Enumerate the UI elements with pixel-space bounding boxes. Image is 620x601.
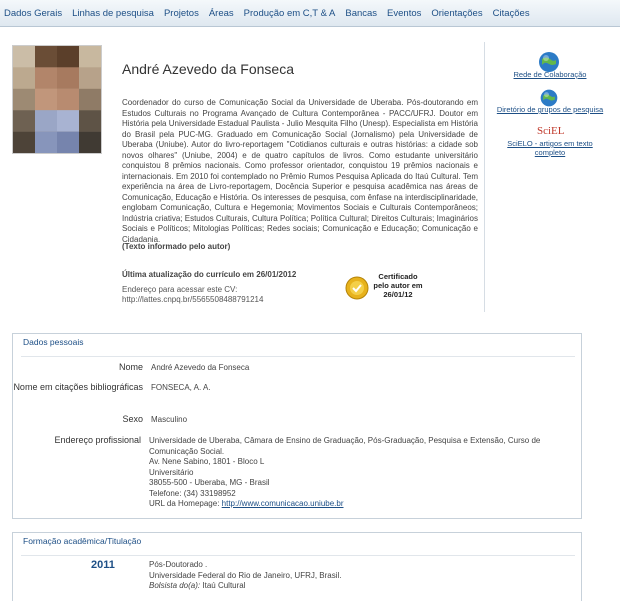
- label-sexo: Sexo: [122, 414, 143, 424]
- scholarship-label: Bolsista do(a):: [149, 581, 201, 590]
- formation-details: Pós-Doutorado . Universidade Federal do …: [149, 560, 549, 592]
- certificate-line-3: 26/01/12: [383, 290, 413, 299]
- section-divider: [21, 356, 575, 357]
- certificate-badge: Certificado pelo autor em 26/01/12: [345, 270, 425, 304]
- profile-bio: Coordenador do curso de Comunicação Soci…: [122, 98, 478, 244]
- certificate-line-1: Certificado: [378, 272, 418, 281]
- formation-degree: Pós-Doutorado .: [149, 560, 208, 569]
- section-dados-pessoais: Dados pessoais Nome André Azevedo da Fon…: [12, 333, 582, 519]
- label-nome: Nome: [118, 362, 143, 372]
- scholarship-value: Itaú Cultural: [202, 581, 246, 590]
- address-line: Universitário: [149, 467, 194, 477]
- label-endereco-profissional: Endereço profissional: [54, 435, 141, 445]
- nav-items: Dados Gerais Linhas de pesquisa Projetos…: [0, 0, 620, 26]
- cv-address-url[interactable]: http://lattes.cnpq.br/5565508488791214: [122, 295, 263, 304]
- value-nome: André Azevedo da Fonseca: [151, 363, 250, 372]
- address-phone: Telefone: (34) 33198952: [149, 488, 236, 498]
- section-formacao: Formação acadêmica/Titulação 2011 Pós-Do…: [12, 532, 582, 601]
- nav-item-dados-gerais[interactable]: Dados Gerais: [4, 8, 62, 19]
- value-endereco-profissional: Universidade de Uberaba, Câmara de Ensin…: [149, 436, 554, 510]
- homepage-link[interactable]: http://www.comunicacao.uniube.br: [222, 499, 344, 508]
- homepage-row: URL da Homepage: http://www.comunicacao.…: [149, 499, 554, 510]
- nav-item-bancas[interactable]: Bancas: [345, 8, 377, 19]
- value-sexo: Masculino: [151, 415, 188, 424]
- section-title: Formação acadêmica/Titulação: [13, 533, 581, 554]
- seal-icon: [345, 276, 369, 300]
- certificate-text: Certificado pelo autor em 26/01/12: [371, 272, 425, 299]
- nav-item-projetos[interactable]: Projetos: [164, 8, 199, 19]
- formation-scholarship: Bolsista do(a): Itaú Cultural: [149, 581, 549, 592]
- sidebar-divider: [484, 42, 485, 312]
- scielo-logo[interactable]: SciELO: [536, 122, 564, 138]
- nav-item-eventos[interactable]: Eventos: [387, 8, 421, 19]
- link-scielo[interactable]: SciELO - artigos em texto completo: [497, 139, 603, 157]
- label-nome-citacoes: Nome em citações bibliográficas: [13, 382, 143, 392]
- last-update: Última atualização do currículo em 26/01…: [122, 270, 297, 279]
- section-divider: [21, 555, 575, 556]
- value-nome-citacoes: FONSECA, A. A.: [151, 383, 211, 392]
- nav-item-producao[interactable]: Produção em C,T & A: [244, 8, 336, 19]
- cv-address-label: Endereço para acessar este CV:: [122, 285, 238, 294]
- bio-note: (Texto informado pelo autor): [122, 242, 231, 251]
- section-title: Dados pessoais: [13, 334, 581, 355]
- nav-item-orientacoes[interactable]: Orientações: [431, 8, 482, 19]
- svg-text:SciELO: SciELO: [537, 125, 564, 137]
- address-institution: Universidade de Uberaba, Câmara de Ensin…: [149, 436, 541, 456]
- address-line: Av. Nene Sabino, 1801 - Bloco L: [149, 457, 265, 466]
- profile-photo: [12, 45, 102, 154]
- nav-item-linhas-de-pesquisa[interactable]: Linhas de pesquisa: [72, 8, 154, 19]
- link-diretorio-grupos[interactable]: Diretório de grupos de pesquisa: [490, 105, 610, 114]
- pixelated-portrait: [13, 46, 101, 153]
- profile-name: André Azevedo da Fonseca: [122, 61, 295, 77]
- address-line: 38055-500 - Uberaba, MG - Brasil: [149, 478, 270, 487]
- formation-institution: Universidade Federal do Rio de Janeiro, …: [149, 570, 342, 580]
- nav-item-citacoes[interactable]: Citações: [493, 8, 530, 19]
- link-rede-colaboracao[interactable]: Rede de Colaboração: [500, 70, 600, 79]
- nav-item-areas[interactable]: Áreas: [209, 8, 234, 19]
- certificate-line-2: pelo autor em: [373, 281, 423, 290]
- top-navigation-bar: Dados Gerais Linhas de pesquisa Projetos…: [0, 0, 620, 27]
- formation-year: 2011: [91, 559, 115, 571]
- homepage-label: URL da Homepage:: [149, 499, 220, 508]
